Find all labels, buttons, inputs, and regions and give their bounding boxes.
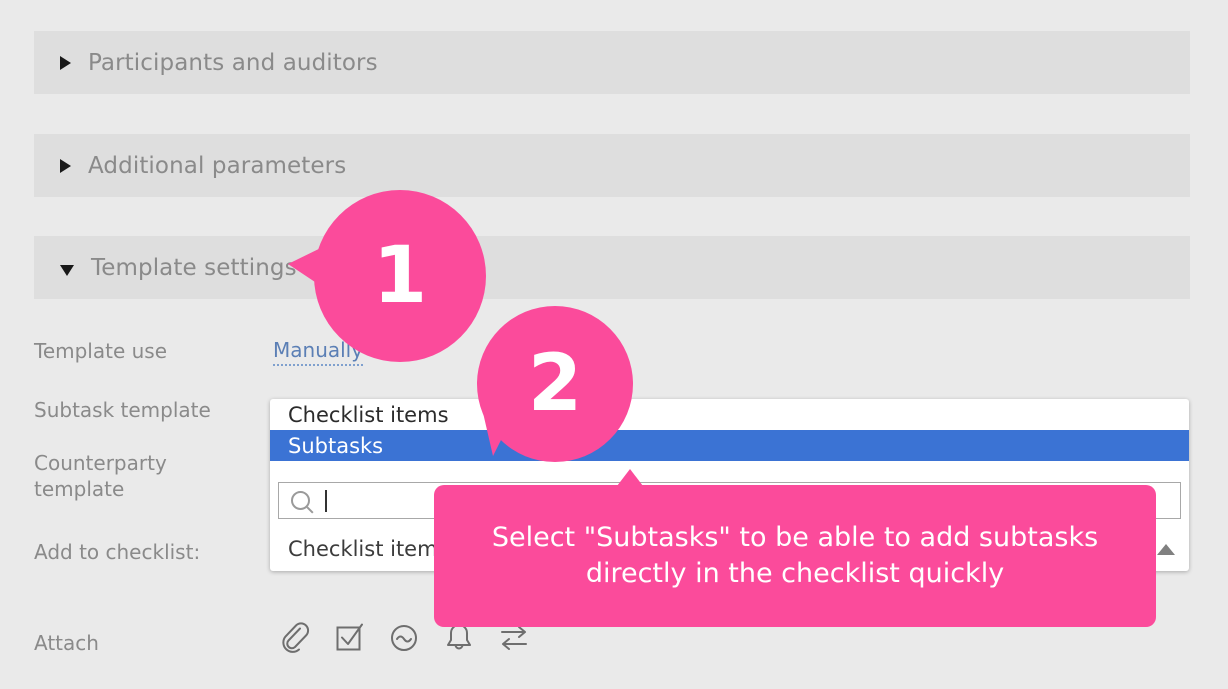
section-title: Participants and auditors [88,49,378,76]
label-counterparty-template-line2: template [34,477,125,501]
chevron-right-icon [60,158,71,173]
label-add-to-checklist: Add to checklist: [34,540,201,564]
dropdown-option-checklist-items[interactable]: Checklist items [270,399,1189,430]
annotation-badge-2-number: 2 [527,339,583,429]
label-attach: Attach [34,631,99,655]
label-template-use: Template use [34,339,168,363]
annotation-tooltip-text: Select "Subtasks" to be able to add subt… [491,522,1099,589]
annotation-badge-2: 2 [477,306,633,462]
search-icon [291,491,310,510]
chevron-up-icon[interactable] [1157,543,1175,555]
label-subtask-template: Subtask template [34,398,211,422]
section-header-template-settings[interactable]: Template settings [34,236,1190,299]
annotation-tooltip: Select "Subtasks" to be able to add subt… [434,469,1156,627]
paperclip-icon[interactable] [277,620,311,654]
label-counterparty-template-line1: Counterparty [34,451,167,475]
dropdown-option-subtasks[interactable]: Subtasks [270,430,1189,461]
chevron-down-icon [60,265,74,276]
annotation-badge-1-number: 1 [372,231,428,321]
section-title: Template settings [91,254,297,281]
chevron-right-icon [60,55,71,70]
section-header-participants-and-auditors[interactable]: Participants and auditors [34,31,1190,94]
circle-tilde-icon[interactable] [387,620,421,654]
label-counterparty-template: Counterparty template [34,450,259,502]
section-header-additional-parameters[interactable]: Additional parameters [34,134,1190,197]
annotation-badge-1: 1 [288,190,486,362]
checkbox-check-icon[interactable] [332,620,366,654]
section-title: Additional parameters [88,152,347,179]
